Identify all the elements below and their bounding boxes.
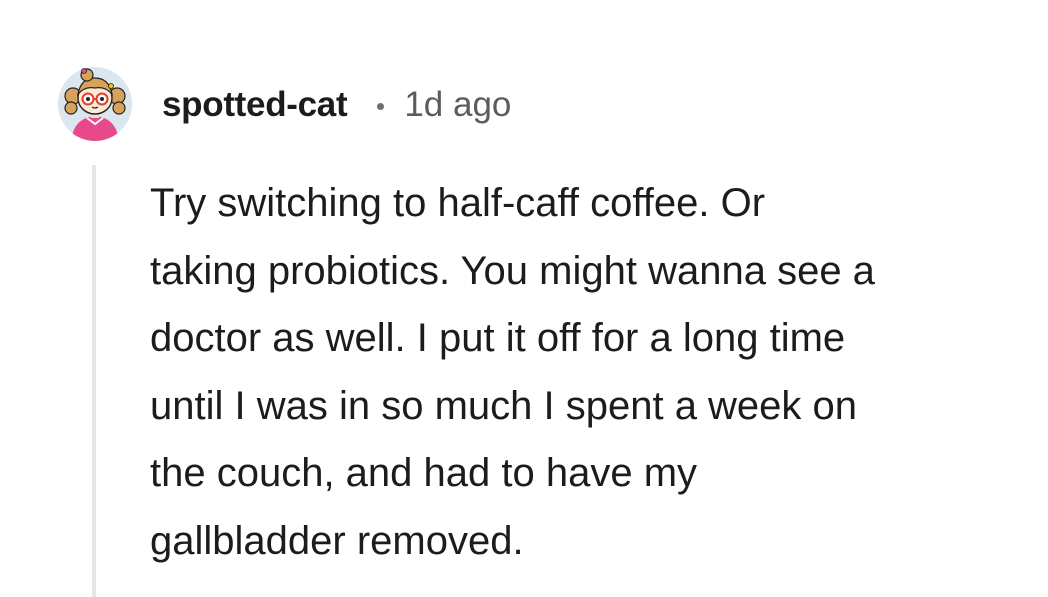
comment-body-line: until I was in so much I spent a week on [150,383,858,428]
comment-body-line: gallbladder removed. [150,518,524,563]
comment-body-line: doctor as well. I put it off for a long … [150,316,846,360]
comment-body-line: taking probiotics. You might wanna see a [150,248,875,293]
thread-line[interactable] [92,165,96,597]
timestamp[interactable]: 1d ago [404,85,511,125]
comment-body: Try switching to half-caff coffee. Or ta… [150,170,1030,575]
comment-body-line: Try switching to half-caff coffee. Or [150,181,766,225]
avatar[interactable] [57,66,133,142]
author-username[interactable]: spotted-cat [162,85,348,125]
comment-header: spotted-cat 1d ago [162,82,511,128]
cartoon-girl-avatar-icon [58,67,132,141]
separator-dot [377,102,385,110]
comment-body-line: the couch, and had to have my [150,451,698,495]
comment: spotted-cat 1d ago Try switching to half… [0,0,1048,597]
